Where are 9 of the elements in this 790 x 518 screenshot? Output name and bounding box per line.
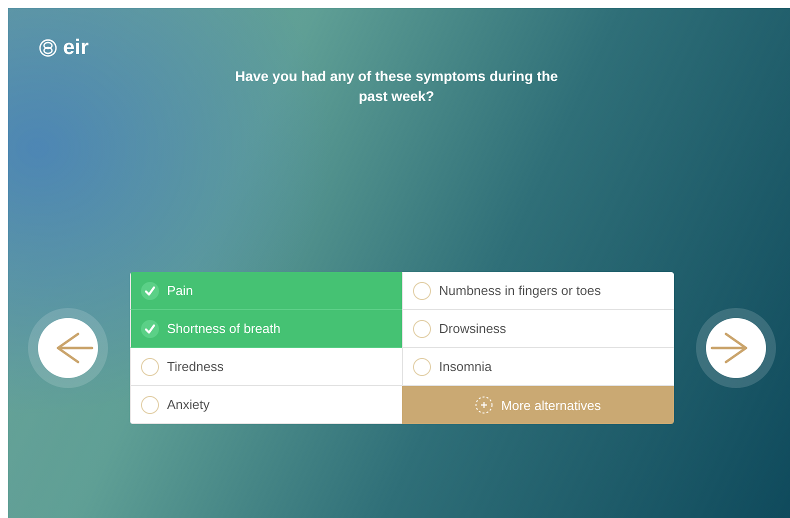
plus-icon [475,396,494,414]
symptom-option[interactable]: Numbness in fingers or toes [402,272,674,310]
question-text: Have you had any of these symptoms during the past week? [234,67,559,106]
logo-icon [39,39,57,57]
symptom-option[interactable]: Anxiety [130,386,402,424]
symptom-option[interactable]: Tiredness [130,348,402,386]
symptom-option[interactable]: Insomnia [402,348,674,386]
brand-name: eir [63,38,89,58]
symptom-option[interactable]: Drowsiness [402,310,674,348]
